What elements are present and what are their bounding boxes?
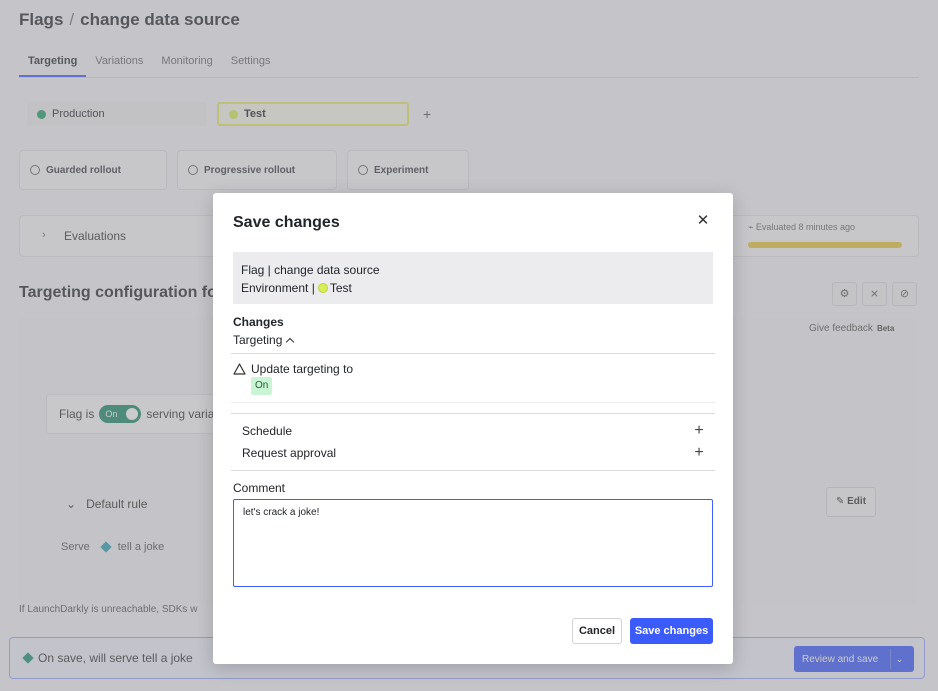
- request-approval-label: Request approval: [242, 446, 337, 460]
- close-icon[interactable]: ✕: [695, 213, 711, 229]
- cancel-button[interactable]: Cancel: [572, 618, 622, 644]
- update-targeting-row: Update targeting to: [233, 362, 353, 376]
- summary-env-name: Test: [329, 281, 352, 295]
- warning-icon: [233, 363, 246, 375]
- comment-textarea[interactable]: let's crack a joke!: [233, 499, 713, 587]
- add-approval-plus-icon[interactable]: +: [692, 444, 706, 462]
- dialog-title: Save changes: [233, 214, 340, 231]
- schedule-label: Schedule: [242, 424, 293, 438]
- on-badge: On: [251, 377, 273, 395]
- divider: [231, 402, 715, 403]
- schedule-row[interactable]: Schedule +: [242, 421, 706, 441]
- divider: [231, 413, 715, 414]
- save-changes-dialog: Save changes ✕ Flag | change data source…: [213, 193, 733, 664]
- summary-flag: Flag | change data source: [241, 263, 380, 277]
- targeting-section-toggle[interactable]: Targeting: [233, 333, 295, 347]
- chevron-up-icon: [286, 337, 295, 346]
- request-approval-row[interactable]: Request approval +: [242, 443, 706, 463]
- update-targeting-text: Update targeting to: [251, 362, 354, 376]
- divider: [231, 353, 715, 354]
- changes-heading: Changes: [233, 315, 284, 329]
- save-changes-button[interactable]: Save changes: [630, 618, 713, 644]
- divider: [231, 470, 715, 471]
- env-status-dot: [317, 283, 328, 293]
- summary-environment: Environment | Test: [241, 279, 705, 297]
- comment-label: Comment: [233, 481, 286, 495]
- summary-env-prefix: Environment |: [241, 281, 315, 295]
- change-summary: Flag | change data source Environment | T…: [233, 252, 713, 304]
- add-schedule-plus-icon[interactable]: +: [692, 422, 706, 440]
- targeting-label: Targeting: [233, 333, 283, 347]
